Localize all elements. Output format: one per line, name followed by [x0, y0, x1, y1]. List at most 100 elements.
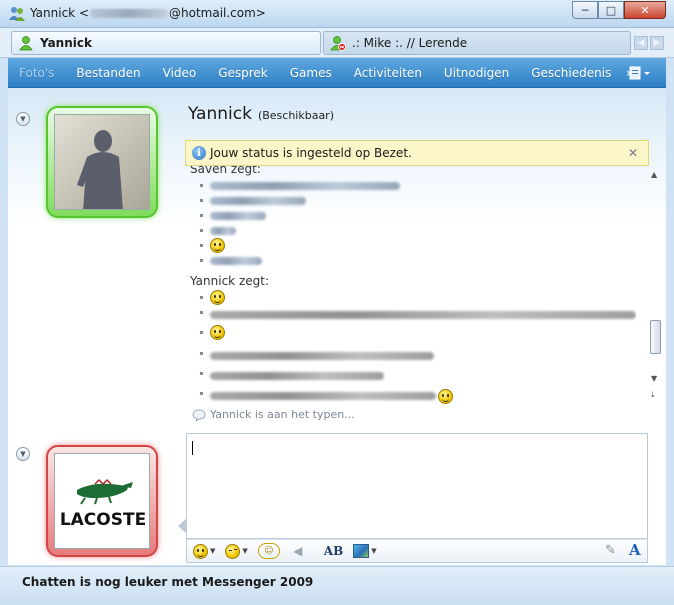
scroll-end-icon[interactable]: ⤓ [651, 390, 655, 400]
typing-indicator: Yannick is aan het typen... [192, 408, 355, 421]
chat-history[interactable]: Saven zegt: Yannick zegt: [188, 166, 636, 404]
redacted-email [90, 9, 168, 18]
chat-message [200, 305, 636, 325]
scrollbar-thumb[interactable] [650, 320, 661, 354]
redacted-text [210, 311, 636, 319]
redacted-text [210, 256, 262, 265]
input-toolbar: ▼ ▼ ☺ ◀ AB ▼ ✎ A [186, 539, 648, 563]
tab-scroll-left-icon[interactable]: ◀ [634, 36, 648, 50]
dismiss-infobar-icon[interactable]: ✕ [628, 146, 638, 160]
minimize-button[interactable]: ─ [572, 1, 598, 19]
text-cursor [192, 441, 193, 455]
sender-label: Saven zegt: [190, 166, 261, 176]
chat-message [200, 178, 636, 193]
font-style-icon: AB [323, 544, 344, 558]
redacted-text [210, 352, 434, 360]
typing-indicator-text: Yannick is aan het typen... [210, 408, 355, 421]
chat-message [200, 290, 636, 305]
window-title-prefix: Yannick < [30, 6, 89, 20]
contact-tab-mike[interactable]: .: Mike :. // Lerende [323, 31, 631, 55]
toolbar-video[interactable]: Video [152, 66, 208, 80]
lacoste-logo: LACOSTE [54, 453, 150, 549]
maximize-button[interactable]: □ [598, 1, 624, 19]
scroll-down-icon[interactable]: ▼ [651, 374, 657, 383]
redacted-text [210, 226, 236, 235]
contact-photo [54, 114, 150, 210]
toolbar-games[interactable]: Games [279, 66, 343, 80]
sender-label: Yannick zegt: [190, 274, 269, 288]
toolbar-call[interactable]: Gesprek [207, 66, 279, 80]
contact-display-picture[interactable] [46, 106, 158, 218]
scroll-up-icon[interactable]: ▲ [651, 170, 657, 179]
redacted-text [210, 196, 306, 205]
background-button[interactable]: ▼ [353, 542, 377, 560]
toolbar-invite[interactable]: Uitnodigen [433, 66, 520, 80]
conversation-toolbar: Foto's Bestanden Video Gesprek Games Act… [8, 58, 666, 88]
dropdown-arrow-icon: ▼ [242, 547, 248, 555]
chat-message [200, 366, 636, 386]
dropdown-arrow-icon: ▼ [210, 547, 216, 555]
smiley-emoticon-icon [210, 325, 225, 340]
conversation-area: ▼ Yannick (Beschikbaar) i Jouw status is… [8, 88, 666, 565]
contact-tab-yannick[interactable]: Yannick [11, 31, 321, 55]
toolbar-photos[interactable]: Foto's [8, 66, 65, 80]
window-title-suffix: @hotmail.com> [169, 6, 266, 20]
redacted-text [210, 392, 436, 400]
chat-message [200, 208, 636, 223]
dropdown-arrow-icon: ▼ [371, 547, 377, 555]
handwriting-icon[interactable]: ✎ [605, 543, 616, 558]
contact-tab-label: Yannick [40, 36, 92, 50]
chat-message [200, 238, 636, 253]
redacted-text [210, 211, 266, 220]
online-person-icon [19, 36, 33, 51]
close-button[interactable]: ✕ [624, 1, 666, 19]
collapse-contact-picture-icon[interactable]: ▼ [16, 112, 30, 126]
emoticon-button[interactable]: ▼ [193, 542, 215, 560]
smiley-emoticon-icon [438, 388, 453, 404]
chat-message [200, 193, 636, 208]
window-title: Yannick < @hotmail.com> [30, 6, 266, 20]
contact-name: Yannick [188, 104, 252, 124]
chat-message [200, 325, 636, 340]
status-info-text: Jouw status is ingesteld op Bezet. [210, 146, 412, 160]
toolbar-files[interactable]: Bestanden [65, 66, 151, 80]
title-bar: Yannick < @hotmail.com> ─ □ ✕ [0, 0, 674, 28]
busy-person-icon [330, 36, 346, 51]
smiley-icon [193, 543, 208, 559]
status-info-bar: i Jouw status is ingesteld op Bezet. ✕ [185, 140, 649, 166]
tab-scroll-right-icon[interactable]: ▶ [650, 36, 664, 50]
smiley-emoticon-icon [210, 238, 225, 253]
text-format-icon[interactable]: A [629, 541, 641, 559]
font-button[interactable]: AB [324, 542, 343, 560]
chat-message [200, 253, 636, 268]
redacted-text [210, 372, 384, 380]
lacoste-brand-text: LACOSTE [59, 510, 147, 530]
toolbar-history[interactable]: Geschiedenis [520, 66, 622, 80]
chat-message [200, 223, 636, 238]
collapse-own-picture-icon[interactable]: ▼ [16, 447, 30, 461]
chat-scrollbar[interactable]: ▲ ▼ ⤓ [648, 168, 664, 406]
voice-clip-button[interactable]: ◀ [290, 542, 306, 560]
wink-button[interactable]: ▼ [225, 542, 248, 560]
nudge-button[interactable]: ☺ [257, 542, 280, 560]
toolbar-menu-button[interactable] [628, 64, 654, 82]
info-icon: i [192, 146, 206, 160]
shadow-photo-icon [55, 115, 149, 209]
crocodile-logo-icon [55, 454, 149, 548]
toolbar-activities[interactable]: Activiteiten [343, 66, 433, 80]
messenger-icon [9, 7, 25, 21]
wink-icon [225, 543, 241, 559]
contact-tabs: Yannick .: Mike :. // Lerende ◀ ▶ [0, 28, 674, 58]
message-input[interactable] [178, 433, 648, 539]
background-icon [353, 544, 370, 558]
redacted-text [210, 181, 400, 190]
contact-tab-label: .: Mike :. // Lerende [352, 36, 468, 50]
contact-header: Yannick (Beschikbaar) [188, 104, 334, 124]
chat-message [200, 386, 636, 404]
own-display-picture[interactable]: LACOSTE [46, 445, 158, 557]
smiley-emoticon-icon [210, 290, 225, 305]
typing-pencil-icon [192, 409, 206, 421]
chat-message [200, 346, 636, 366]
promo-footer[interactable]: Chatten is nog leuker met Messenger 2009 [22, 575, 313, 589]
nudge-icon: ☺ [257, 543, 280, 559]
